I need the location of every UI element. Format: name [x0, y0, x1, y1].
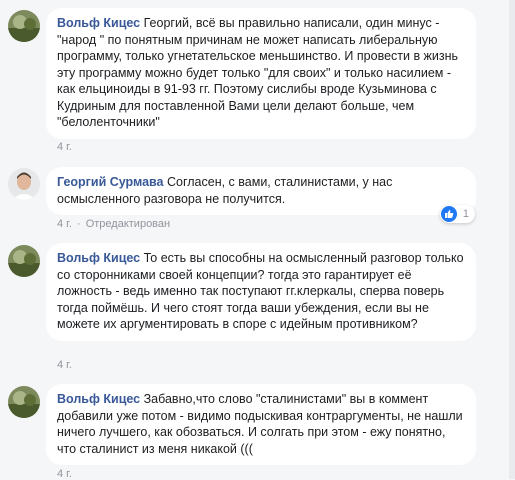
avatar[interactable]	[8, 386, 40, 418]
scrollbar[interactable]	[509, 0, 515, 479]
edited-label[interactable]: Отредактирован	[86, 218, 170, 230]
avatar[interactable]	[8, 168, 40, 200]
avatar[interactable]	[8, 10, 40, 42]
comment-text: Георгий, всё вы правильно написали, один…	[57, 16, 459, 129]
comment-bubble: Вольф Кицес Георгий, всё вы правильно на…	[46, 8, 476, 139]
timestamp[interactable]: 4 г.	[57, 468, 72, 480]
author-name[interactable]: Вольф Кицес	[57, 16, 140, 30]
meta-separator: ·	[76, 218, 81, 230]
comment-bubble: Георгий Сурмава Согласен, с вами, сталин…	[46, 167, 476, 215]
thumbs-up-icon	[440, 206, 457, 222]
author-name[interactable]: Вольф Кицес	[57, 392, 140, 406]
author-name[interactable]: Вольф Кицес	[57, 251, 140, 265]
comment-meta: 4 г. · Отредактирован	[57, 218, 170, 230]
reaction-count[interactable]: 1	[439, 205, 475, 223]
reaction-number: 1	[462, 208, 469, 220]
timestamp[interactable]: 4 г.	[57, 141, 72, 153]
comment-bubble: Вольф Кицес Забавно,что слово "сталинист…	[46, 384, 476, 465]
comment-meta: 4 г.	[57, 141, 72, 153]
comment-thread: Вольф Кицес Георгий, всё вы правильно на…	[0, 0, 515, 480]
comment-bubble: Вольф Кицес То есть вы способны на осмыс…	[46, 243, 476, 341]
author-name[interactable]: Георгий Сурмава	[57, 175, 164, 189]
comment-meta: 4 г.	[57, 359, 72, 371]
timestamp[interactable]: 4 г.	[57, 359, 72, 371]
timestamp[interactable]: 4 г.	[57, 218, 72, 230]
comment-meta: 4 г.	[57, 468, 72, 480]
avatar[interactable]	[8, 245, 40, 277]
